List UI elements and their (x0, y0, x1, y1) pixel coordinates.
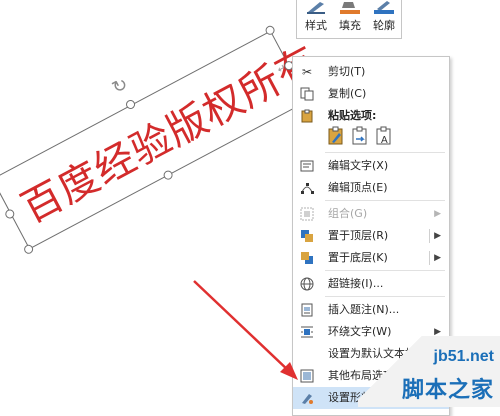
watermark-name: 脚本之家 (401, 378, 494, 403)
site-watermark: jb51.net 脚本之家 (358, 336, 500, 407)
watermark-url: jb51.net (433, 348, 494, 365)
